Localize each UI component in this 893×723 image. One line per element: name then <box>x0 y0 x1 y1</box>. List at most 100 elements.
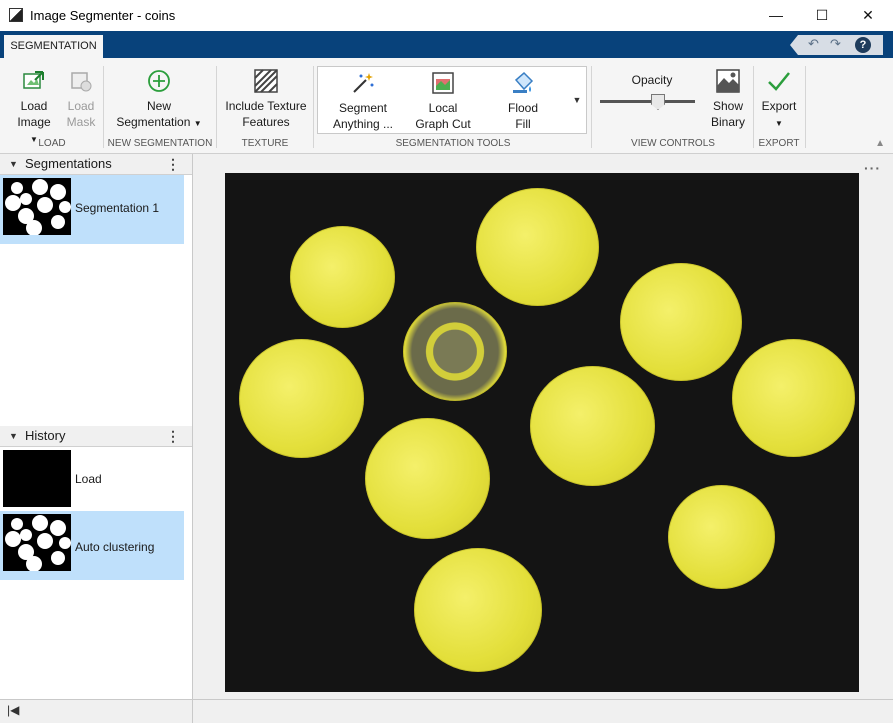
tab-segmentation[interactable]: SEGMENTATION <box>4 35 103 58</box>
gallery-expand-button[interactable]: ▼ <box>568 66 587 134</box>
image-view: ··· <box>193 154 893 699</box>
magic-wand-icon <box>353 73 374 93</box>
dropdown-caret-icon: ▼ <box>775 119 783 128</box>
collapse-triangle-icon[interactable]: ▼ <box>9 154 18 174</box>
opacity-slider-track[interactable] <box>600 100 695 103</box>
status-bar: |◀ <box>0 699 893 723</box>
local-graph-cut-label-1: Local <box>428 101 458 115</box>
load-mask-label-2: Mask <box>66 115 96 129</box>
section-label-export: EXPORT <box>758 138 800 149</box>
help-icon[interactable]: ? <box>855 37 871 53</box>
segmentations-header: ▼ Segmentations ⋮ <box>0 154 192 175</box>
coin-overlay <box>620 263 742 381</box>
segmentation-item[interactable]: Segmentation 1 <box>0 175 184 244</box>
flood-fill-button[interactable]: Flood Fill <box>490 70 556 132</box>
show-binary-label-2: Binary <box>710 115 745 129</box>
ribbon-separator <box>103 66 104 148</box>
segmentation-label: Segmentation 1 <box>75 201 160 215</box>
new-segmentation-label-1: New <box>146 99 171 113</box>
coin-overlay <box>668 485 775 589</box>
checkmark-icon <box>768 72 790 91</box>
show-binary-label-1: Show <box>712 99 744 113</box>
segmentation-thumbnail <box>3 178 71 235</box>
paint-bucket-icon <box>513 71 534 93</box>
more-options-icon[interactable]: ⋮ <box>166 426 180 446</box>
history-thumbnail <box>3 450 71 507</box>
local-graph-cut-button[interactable]: Local Graph Cut <box>410 70 476 132</box>
ribbon-separator <box>313 66 314 148</box>
texture-icon <box>254 69 278 93</box>
load-image-label-2: Image <box>17 115 51 129</box>
section-label-new-segmentation: NEW SEGMENTATION <box>107 138 213 149</box>
section-label-load: LOAD <box>38 138 66 149</box>
coin-overlay <box>290 226 395 328</box>
coin-overlay <box>476 188 599 306</box>
history-item-auto-clustering[interactable]: Auto clustering <box>0 511 184 580</box>
redo-icon[interactable]: ↷ <box>830 36 841 52</box>
flood-fill-label-2: Fill <box>515 117 531 131</box>
dropdown-caret-icon: ▼ <box>193 119 202 128</box>
ribbon-separator <box>753 66 754 148</box>
include-texture-label-1: Include Texture <box>225 99 307 113</box>
export-label: Export <box>761 99 797 113</box>
add-icon <box>148 70 170 92</box>
left-panel: ▼ Segmentations ⋮ Segmentation 1 ▼ Histo… <box>0 154 193 699</box>
close-button[interactable]: ✕ <box>845 0 891 31</box>
show-binary-icon <box>716 69 740 93</box>
coin-overlay <box>239 339 364 458</box>
ribbon-separator <box>591 66 592 148</box>
minimize-button[interactable]: — <box>753 0 799 31</box>
section-label-texture: TEXTURE <box>241 138 289 149</box>
quick-access-toolbar: ↶ ↷ ? <box>790 35 883 55</box>
new-segmentation-button[interactable]: New Segmentation ▼ <box>110 68 208 132</box>
status-divider <box>192 700 193 723</box>
coin-overlay <box>414 548 542 672</box>
more-options-icon[interactable]: ··· <box>864 160 881 176</box>
collapse-panel-icon[interactable]: |◀ <box>7 703 19 717</box>
history-title: History <box>25 428 66 443</box>
include-texture-label-2: Features <box>242 115 290 129</box>
load-mask-label-1: Load <box>67 99 95 113</box>
graph-cut-icon <box>432 72 454 94</box>
history-label: Load <box>75 472 102 486</box>
show-binary-button[interactable]: Show Binary <box>704 68 752 130</box>
collapse-triangle-icon[interactable]: ▼ <box>9 426 18 446</box>
history-label: Auto clustering <box>75 540 155 554</box>
load-mask-icon <box>71 72 92 92</box>
local-graph-cut-label-2: Graph Cut <box>415 117 471 131</box>
maximize-button[interactable]: ☐ <box>799 0 845 31</box>
section-label-view-controls: VIEW CONTROLS <box>631 138 715 149</box>
section-label-segmentation-tools: SEGMENTATION TOOLS <box>395 138 511 149</box>
coin-overlay <box>732 339 855 457</box>
segment-anything-button[interactable]: Segment Anything ... <box>330 70 396 132</box>
opacity-slider-thumb[interactable] <box>651 94 665 110</box>
load-image-icon <box>23 71 44 89</box>
tab-strip: SEGMENTATION ↶ ↷ ? <box>0 31 893 58</box>
coin-overlay-partial <box>403 302 507 401</box>
image-canvas[interactable] <box>225 173 859 692</box>
undo-icon[interactable]: ↶ <box>808 36 819 52</box>
ribbon-separator <box>805 66 806 148</box>
new-segmentation-label-2: Segmentation <box>116 115 191 129</box>
export-button[interactable]: Export ▼ <box>758 68 800 132</box>
load-mask-button[interactable]: Load Mask <box>60 68 102 130</box>
title-bar: Image Segmenter - coins — ☐ ✕ <box>0 0 893 31</box>
history-header: ▼ History ⋮ <box>0 426 192 447</box>
history-thumbnail <box>3 514 71 571</box>
coin-overlay <box>365 418 490 539</box>
app-icon <box>9 8 23 22</box>
segment-anything-label-1: Segment <box>338 101 388 115</box>
segmentations-title: Segmentations <box>25 156 112 171</box>
ribbon-separator <box>216 66 217 148</box>
ribbon: Load Image ▼ Load Mask LOAD New Segmenta… <box>0 58 893 154</box>
segment-anything-label-2: Anything ... <box>332 117 394 131</box>
collapse-ribbon-icon[interactable]: ▲ <box>875 138 885 149</box>
more-options-icon[interactable]: ⋮ <box>166 154 180 174</box>
load-image-button[interactable]: Load Image ▼ <box>12 68 56 148</box>
load-image-label-1: Load <box>20 99 48 113</box>
coin-overlay <box>530 366 655 486</box>
opacity-label: Opacity <box>631 73 673 87</box>
include-texture-button[interactable]: Include Texture Features <box>222 68 310 130</box>
chevron-down-icon: ▼ <box>572 95 582 105</box>
history-item-load[interactable]: Load <box>0 447 184 516</box>
